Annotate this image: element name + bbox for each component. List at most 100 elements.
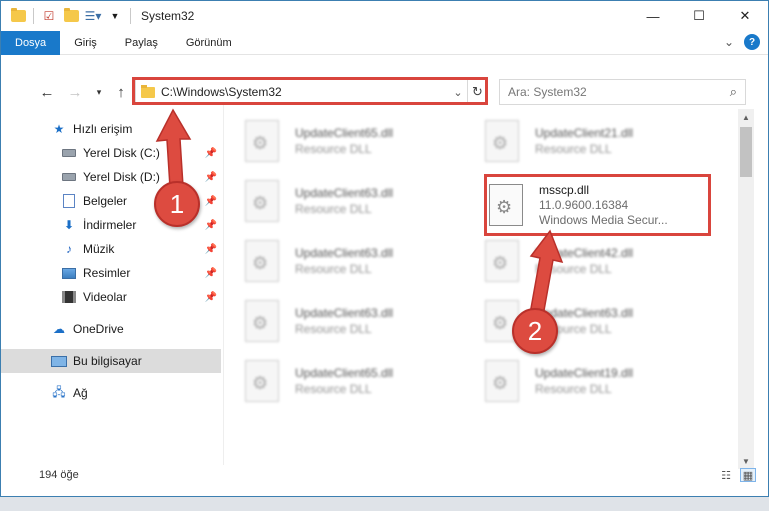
up-arrow-icon[interactable]: ↑	[111, 81, 131, 103]
pin-icon[interactable]: 📌	[205, 268, 217, 279]
sidebar-item-local-disk-c[interactable]: Yerel Disk (C:) 📌	[1, 141, 221, 165]
maximize-button[interactable]: ☐	[676, 1, 722, 31]
drive-icon	[61, 170, 77, 184]
dll-file-icon	[245, 240, 279, 282]
forward-arrow-icon[interactable]: →	[65, 81, 85, 103]
refresh-icon[interactable]: ↻	[467, 80, 487, 104]
documents-icon	[61, 194, 77, 208]
properties-icon[interactable]: ☑	[41, 8, 57, 24]
ribbon-expand-icon[interactable]: ⌄	[724, 35, 734, 49]
file-item-msscp[interactable]: msscp.dll 11.0.9600.16384 Windows Media …	[465, 177, 695, 233]
pane-divider[interactable]	[223, 105, 224, 465]
sidebar-item-label: Resimler	[83, 266, 131, 280]
search-box[interactable]: Ara: System32 ⌕	[499, 79, 746, 105]
pin-icon[interactable]: 📌	[205, 172, 217, 183]
status-bar: 194 öğe ☷ ▦	[1, 463, 768, 487]
tab-share[interactable]: Paylaş	[111, 31, 172, 55]
pin-icon[interactable]: 📌	[205, 244, 217, 255]
address-bar[interactable]: C:\Windows\System32 ⌄ ↻	[135, 79, 488, 105]
folder-icon	[141, 84, 155, 98]
file-name: UpdateClient63.dll	[295, 246, 394, 260]
videos-icon	[61, 290, 77, 304]
file-name: UpdateClient21.dll	[535, 126, 634, 140]
scroll-thumb[interactable]	[740, 127, 752, 177]
sidebar-item-label: Bu bilgisayar	[73, 354, 142, 368]
explorer-window: ☑ ☰▾ ▼ System32 — ☐ ✕ Dosya Giriş Paylaş…	[0, 0, 769, 497]
file-description: Resource DLL	[295, 262, 372, 276]
sidebar-item-music[interactable]: ♪ Müzik 📌	[1, 237, 221, 261]
minimize-button[interactable]: —	[630, 1, 676, 31]
search-icon[interactable]: ⌕	[730, 84, 737, 100]
tab-view[interactable]: Görünüm	[172, 31, 246, 55]
file-name: UpdateClient63.dll	[295, 186, 394, 200]
file-item[interactable]: UpdateClient21.dll Resource DLL	[465, 113, 695, 169]
dll-file-icon	[245, 180, 279, 222]
sidebar-item-onedrive[interactable]: ☁ OneDrive	[1, 317, 221, 341]
file-item[interactable]: UpdateClient65.dll Resource DLL	[225, 353, 455, 409]
dll-file-icon	[245, 120, 279, 162]
file-description: Resource DLL	[535, 262, 612, 276]
file-item[interactable]: UpdateClient42.dll Resource DLL	[465, 233, 695, 289]
customize-icon[interactable]: ☰▾	[85, 8, 102, 24]
address-dropdown-icon[interactable]: ⌄	[449, 86, 467, 99]
file-version: 11.0.9600.16384	[539, 197, 629, 212]
sidebar-item-network[interactable]: 🖧 Ağ	[1, 381, 221, 405]
computer-icon	[51, 354, 67, 368]
file-item[interactable]: UpdateClient19.dll Resource DLL	[465, 353, 695, 409]
file-item[interactable]: UpdateClient63.dll Resource DLL	[225, 173, 455, 229]
sidebar-item-label: Belgeler	[83, 194, 128, 208]
step-1-badge: 1	[154, 181, 200, 227]
new-folder-icon[interactable]	[63, 8, 79, 24]
address-path[interactable]: C:\Windows\System32	[161, 85, 449, 99]
step-2-badge: 2	[512, 308, 558, 354]
search-placeholder: Ara: System32	[508, 85, 587, 99]
file-description: Resource DLL	[535, 382, 612, 396]
help-icon[interactable]: ?	[744, 34, 760, 50]
music-icon: ♪	[66, 242, 72, 256]
window-controls: — ☐ ✕	[630, 1, 768, 31]
pin-icon[interactable]: 📌	[205, 292, 217, 303]
tab-home[interactable]: Giriş	[60, 31, 111, 55]
file-description: Windows Media Secur...	[539, 212, 668, 227]
vertical-scrollbar[interactable]: ▲ ▼	[738, 109, 754, 469]
sidebar-item-label: Videolar	[83, 290, 127, 304]
sidebar-item-videos[interactable]: Videolar 📌	[1, 285, 221, 309]
pin-icon[interactable]: 📌	[205, 220, 217, 231]
title-bar: ☑ ☰▾ ▼ System32 — ☐ ✕	[1, 1, 768, 31]
ribbon-right: ⌄ ?	[724, 34, 760, 50]
file-item[interactable]: UpdateClient63.dll Resource DLL	[225, 293, 455, 349]
sidebar-item-quick-access[interactable]: ★ Hızlı erişim	[1, 117, 221, 141]
star-icon: ★	[53, 122, 65, 136]
drive-icon	[61, 146, 77, 160]
sidebar-item-this-pc[interactable]: Bu bilgisayar	[1, 349, 221, 373]
back-arrow-icon[interactable]: ←	[37, 81, 57, 103]
scroll-up-icon[interactable]: ▲	[738, 109, 754, 125]
network-icon: 🖧	[52, 384, 66, 399]
file-description: Resource DLL	[295, 142, 372, 156]
qat-dropdown-icon[interactable]: ▼	[107, 8, 123, 24]
dll-file-icon	[485, 120, 519, 162]
file-item[interactable]: UpdateClient65.dll Resource DLL	[225, 113, 455, 169]
separator	[33, 8, 34, 24]
navigation-pane: ★ Hızlı erişim Yerel Disk (C:) 📌 Yerel D…	[1, 113, 223, 463]
sidebar-item-label: Ağ	[73, 386, 88, 400]
separator	[130, 8, 131, 24]
file-description: Resource DLL	[295, 202, 372, 216]
details-view-icon[interactable]: ☷	[718, 468, 734, 482]
recent-locations-icon[interactable]: ▾	[89, 81, 109, 103]
tab-file[interactable]: Dosya	[1, 30, 61, 55]
sidebar-item-label: Hızlı erişim	[73, 122, 133, 136]
folder-icon[interactable]	[10, 8, 26, 24]
tiles-view-icon[interactable]: ▦	[740, 468, 756, 482]
close-button[interactable]: ✕	[722, 1, 768, 31]
sidebar-item-pictures[interactable]: Resimler 📌	[1, 261, 221, 285]
file-name: UpdateClient65.dll	[295, 126, 394, 140]
window-title: System32	[141, 9, 195, 23]
sidebar-item-label: Müzik	[83, 242, 115, 256]
file-description: Resource DLL	[295, 322, 372, 336]
file-item[interactable]: UpdateClient63.dll Resource DLL	[225, 233, 455, 289]
file-name: UpdateClient63.dll	[295, 306, 394, 320]
pin-icon[interactable]: 📌	[205, 148, 217, 159]
file-item[interactable]: UpdateClient63.dllResource DLL	[465, 293, 695, 349]
pin-icon[interactable]: 📌	[205, 196, 217, 207]
